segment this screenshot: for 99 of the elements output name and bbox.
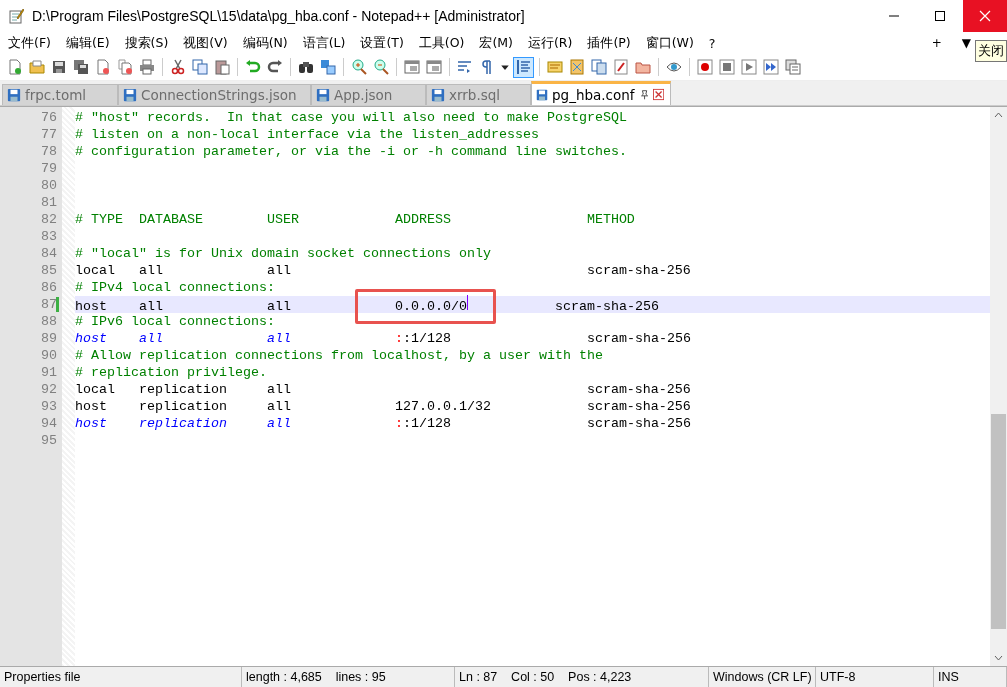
tab[interactable]: pg_hba.conf	[531, 81, 671, 105]
copy-icon	[191, 59, 208, 75]
status-field: UTF-8	[816, 667, 934, 687]
window-title: D:\Program Files\PostgreSQL\15\data\pg_hba.conf - Notepad++ [Administrator]	[31, 8, 526, 24]
code-line: # IPv4 local connections:	[75, 280, 275, 295]
code-line: # listen on a non-local interface via the listen_addresses	[75, 127, 539, 142]
menu-item[interactable]: 编辑(E)	[57, 34, 117, 52]
code-line: # TYPE DATABASE USER ADDRESS METHOD	[75, 212, 635, 227]
play-icon	[740, 59, 757, 75]
line-number: 85	[40, 263, 57, 278]
record-icon	[696, 59, 713, 75]
close-files-icon	[116, 59, 133, 75]
status-field: length : 4,685 lines : 95	[242, 667, 455, 687]
line-number: 79	[40, 161, 57, 176]
code-line: local replication all scram-sha-256	[75, 382, 691, 397]
tab[interactable]: frpc.toml	[2, 84, 118, 105]
line-number: 87	[40, 297, 57, 312]
code-line: host replication all 127.0.0.1/32 scram-sha-256	[75, 399, 691, 414]
code-line: local all all scram-sha-256	[75, 263, 691, 278]
code-line: # "host" records. In that case you will also need to make PostgreSQL	[75, 110, 627, 125]
line-number: 89	[40, 331, 57, 346]
menu-item[interactable]: 工具(O)	[410, 34, 472, 52]
menu-item[interactable]: 视图(V)	[175, 34, 235, 52]
menu-button[interactable]: +	[921, 36, 952, 50]
close-file-icon	[94, 59, 111, 75]
line-number: 83	[40, 229, 57, 244]
code-line: # configuration parameter, or via the -i or -h command line switches.	[75, 144, 627, 159]
new-file-icon	[6, 59, 23, 75]
line-number: 93	[40, 399, 57, 414]
line-number: 82	[40, 212, 57, 227]
tab[interactable]: App.json	[311, 84, 426, 105]
menu-item[interactable]: 插件(P)	[579, 34, 638, 52]
window-icon	[403, 59, 420, 75]
menu-item[interactable]: 文件(F)	[0, 34, 58, 52]
fast-forward-icon	[762, 59, 779, 75]
code-line: host replication all ::1/128 scram-sha-256	[75, 416, 691, 431]
window-icon	[425, 59, 442, 75]
scrollbar[interactable]	[990, 107, 1007, 666]
menu-item[interactable]: 窗口(W)	[637, 34, 701, 52]
menu-item[interactable]: 编码(N)	[234, 34, 295, 52]
indent-guide-icon	[515, 59, 532, 75]
code-line: # replication privilege.	[75, 365, 267, 380]
line-number: 76	[40, 110, 57, 125]
line-number: 84	[40, 246, 57, 261]
function-list-icon	[612, 59, 629, 75]
line-number: 88	[40, 314, 57, 329]
menu-item[interactable]: 语言(L)	[294, 34, 353, 52]
line-number: 77	[40, 127, 57, 142]
tab[interactable]: ConnectionStrings.json	[118, 84, 311, 105]
undo-icon	[244, 59, 261, 75]
menu-item[interactable]: 宏(M)	[471, 34, 520, 52]
macro-list-icon	[784, 59, 801, 75]
code-line: # "local" is for Unix domain socket connections only	[75, 246, 491, 261]
zoom-in-icon	[350, 59, 367, 75]
notepad-icon	[8, 8, 24, 24]
wrap-icon	[456, 59, 473, 75]
binoculars-icon	[297, 59, 314, 75]
zoom-out-icon	[372, 59, 389, 75]
status-field: Ln : 87 Col : 50 Pos : 4,223	[455, 667, 709, 687]
status-field: Properties file	[0, 667, 242, 687]
scissors-icon	[169, 59, 186, 75]
close-tab-icon[interactable]	[652, 88, 664, 101]
documents-icon	[590, 59, 607, 75]
document-icon	[546, 59, 563, 75]
menu-item[interactable]: 设置(T)	[352, 34, 411, 52]
line-number: 80	[40, 178, 57, 193]
folder-icon	[634, 59, 651, 75]
close-icon	[979, 10, 991, 22]
tooltip: 关闭	[975, 40, 1007, 62]
menu-item[interactable]: 运行(R)	[520, 34, 580, 52]
replace-icon	[319, 59, 336, 75]
line-number: 92	[40, 382, 57, 397]
line-number: 86	[40, 280, 57, 295]
maximize-icon	[934, 10, 946, 22]
code-line: # IPv6 local connections:	[75, 314, 275, 329]
tab[interactable]: xrrb.sql	[426, 84, 531, 105]
code-line: # Allow replication connections from localhost, by a user with the	[75, 348, 603, 363]
printer-icon	[138, 59, 155, 75]
open-folder-icon	[28, 59, 45, 75]
line-number: 91	[40, 365, 57, 380]
map-icon	[568, 59, 585, 75]
code-line: host all all ::1/128 scram-sha-256	[75, 331, 691, 346]
menu-item[interactable]: ?	[700, 35, 723, 51]
floppy-disks-icon	[72, 59, 89, 75]
redo-icon	[266, 59, 283, 75]
status-field: Windows (CR LF)	[709, 667, 816, 687]
code-line: host all all 0.0.0.0/0 scram-sha-256	[75, 295, 659, 314]
line-number: 90	[40, 348, 57, 363]
pin-icon[interactable]	[638, 88, 649, 101]
line-number: 81	[40, 195, 57, 210]
stop-icon	[718, 59, 735, 75]
line-number: 94	[40, 416, 57, 431]
paste-icon	[213, 59, 230, 75]
line-number: 78	[40, 144, 57, 159]
status-field: INS	[934, 667, 1007, 687]
line-number: 95	[40, 433, 57, 448]
eye-icon	[665, 59, 682, 75]
scrollbar-thumb[interactable]	[991, 414, 1006, 629]
menu-item[interactable]: 搜索(S)	[116, 34, 176, 52]
